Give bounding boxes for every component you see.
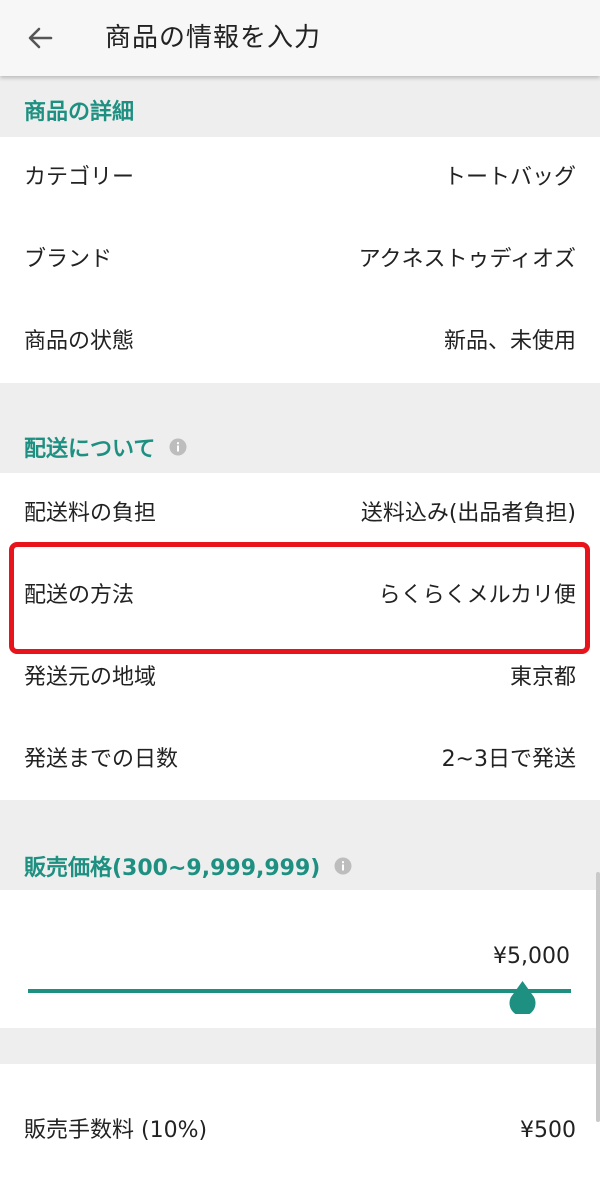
row-value: ¥500 bbox=[520, 1118, 576, 1143]
section-title-details: 商品の詳細 bbox=[24, 100, 135, 125]
highlight-box bbox=[9, 542, 590, 654]
section-title-text: 配送について bbox=[24, 437, 156, 462]
price-slider-track[interactable] bbox=[28, 989, 571, 993]
section-title-shipping: 配送について bbox=[24, 431, 187, 463]
row-label: 発送までの日数 bbox=[24, 747, 179, 772]
details-card: カテゴリー トートバッグ ブランド アクネストゥディオズ 商品の状態 新品、未使… bbox=[0, 137, 600, 383]
app-bar: 商品の情報を入力 bbox=[0, 0, 600, 76]
row-shipping-days[interactable]: 発送までの日数 2~3日で発送 bbox=[0, 719, 600, 801]
row-value: 新品、未使用 bbox=[443, 329, 576, 354]
row-sales-fee: 販売手数料 (10%) ¥500 bbox=[0, 1090, 600, 1172]
scrollbar[interactable] bbox=[596, 872, 600, 1122]
price-value[interactable]: ¥5,000 bbox=[493, 944, 570, 969]
info-icon[interactable] bbox=[334, 857, 352, 875]
row-label: 販売手数料 (10%) bbox=[24, 1118, 208, 1143]
row-label: ブランド bbox=[24, 247, 113, 272]
info-icon[interactable] bbox=[169, 438, 187, 456]
fees-card: 販売手数料 (10%) ¥500 bbox=[0, 1064, 600, 1193]
arrow-left-icon bbox=[28, 27, 53, 49]
section-header-shipping: 配送について bbox=[0, 383, 600, 473]
section-header-details: 商品の詳細 bbox=[0, 76, 600, 137]
row-value: 2~3日で発送 bbox=[441, 747, 576, 772]
back-button[interactable] bbox=[16, 14, 64, 62]
row-brand[interactable]: ブランド アクネストゥディオズ bbox=[0, 219, 600, 301]
row-condition[interactable]: 商品の状態 新品、未使用 bbox=[0, 301, 600, 383]
row-category[interactable]: カテゴリー トートバッグ bbox=[0, 137, 600, 219]
section-title-price: 販売価格(300~9,999,999) bbox=[24, 850, 352, 882]
row-label: 商品の状態 bbox=[24, 329, 135, 354]
row-label: カテゴリー bbox=[24, 165, 135, 190]
section-header-price: 販売価格(300~9,999,999) bbox=[0, 800, 600, 890]
row-value: アクネストゥディオズ bbox=[358, 247, 576, 272]
page-title: 商品の情報を入力 bbox=[105, 23, 322, 53]
price-slider-thumb[interactable] bbox=[507, 981, 538, 1014]
section-title-text: 販売価格(300~9,999,999) bbox=[24, 856, 321, 881]
row-value: トートバッグ bbox=[443, 165, 576, 190]
